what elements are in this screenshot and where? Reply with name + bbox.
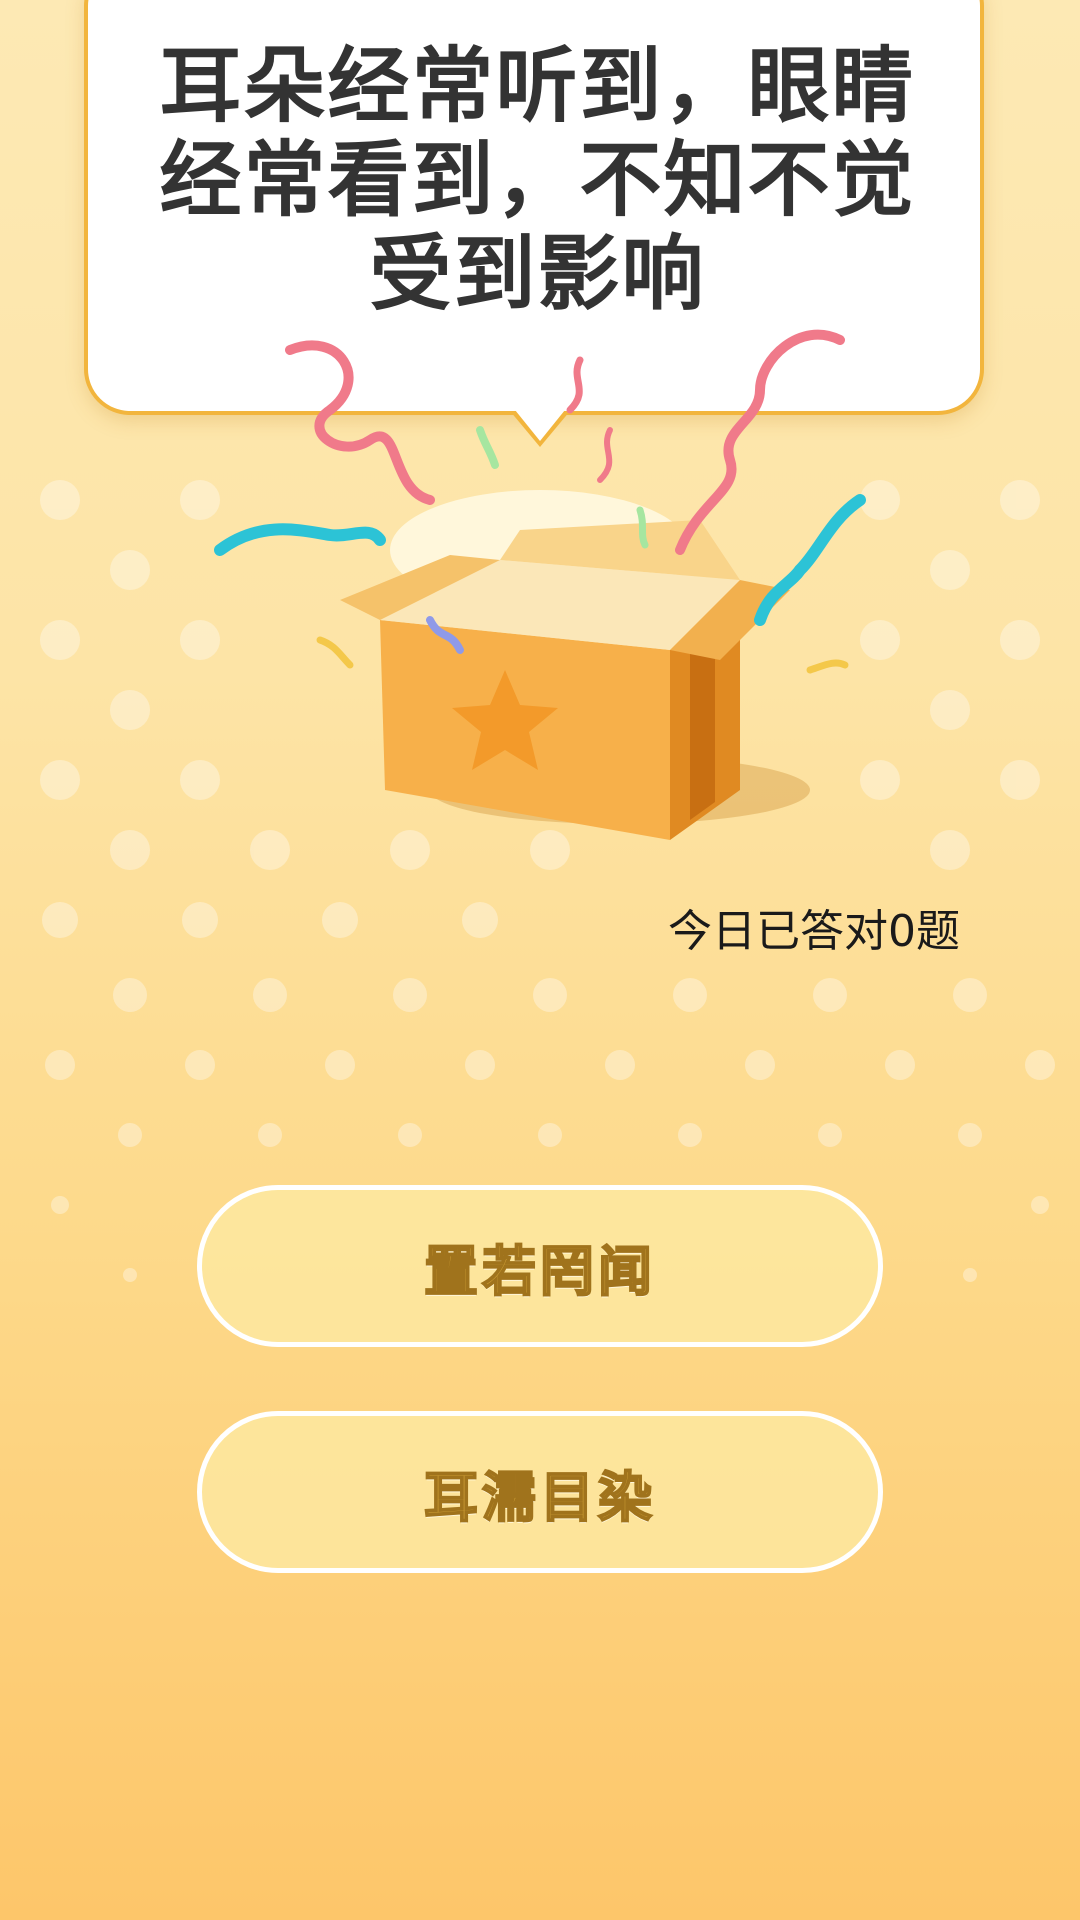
answer-option-2[interactable]: 耳濡目染 — [197, 1411, 883, 1573]
question-text: 耳朵经常听到，眼睛经常看到，不知不觉受到影响 — [159, 39, 916, 322]
answer-option-1-label: 置若罔闻 — [423, 1239, 656, 1304]
answer-option-2-label: 耳濡目染 — [423, 1465, 656, 1530]
answer-option-1[interactable]: 置若罔闻 — [197, 1185, 883, 1347]
gift-box-icon — [214, 329, 866, 840]
correct-count-text: 今日已答对0题 — [668, 906, 960, 957]
